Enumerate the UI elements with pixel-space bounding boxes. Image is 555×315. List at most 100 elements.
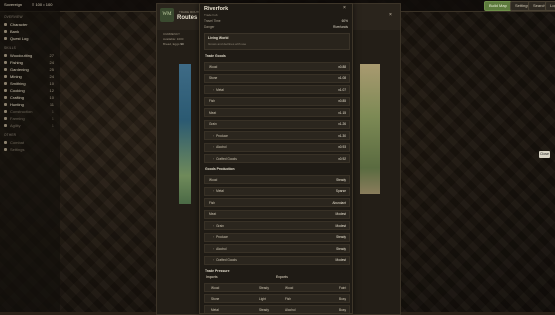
pressure-export: Wood (285, 285, 294, 290)
sidebar-item-label: Quest Log (10, 36, 29, 41)
trade-good-row[interactable]: Stone x1.08 (204, 73, 350, 83)
sidebar-item[interactable]: Combat (0, 139, 60, 146)
chevron-right-icon: › (213, 189, 215, 193)
trade-good-row[interactable]: Fish x0.85 (204, 96, 350, 106)
sidebar-item[interactable]: Quest Log (0, 35, 60, 42)
sidebar: OVERVIEW Character Bank Quest Log SKILLS Wood… (0, 11, 60, 312)
good-name-text: Fish (209, 200, 216, 205)
good-name-text: Meat (209, 212, 217, 216)
production-row[interactable]: › Produce Steady (204, 232, 350, 242)
good-value: x1.07 (338, 87, 346, 92)
good-value: Steady (336, 177, 346, 182)
sidebar-section-title: OTHER (4, 133, 17, 137)
good-value: Sparse (335, 189, 346, 193)
sidebar-item[interactable]: Gardening 25 (0, 66, 60, 73)
trade-good-row[interactable]: Meat x1.15 (204, 108, 350, 117)
good-name: › Crafted Goods (213, 258, 237, 262)
good-name-text: Alcohol (216, 246, 227, 251)
production-row[interactable]: Wood Steady (204, 175, 350, 184)
pressure-export: Alcohol (285, 307, 296, 312)
sidebar-item-level: 25 (49, 67, 54, 72)
chevron-right-icon: › (213, 223, 215, 228)
skill-icon (4, 37, 7, 41)
pressure-export: Fish (285, 296, 292, 301)
sidebar-item[interactable]: Fishing 24 (0, 59, 60, 66)
sidebar-section-title: SKILLS (4, 46, 17, 50)
good-value: x1.08 (338, 76, 346, 80)
info-row-travel: Travel Time 60% (204, 19, 348, 23)
app-brand: Sovereign (4, 2, 23, 7)
skill-icon (4, 96, 7, 100)
production-row[interactable]: Meat Modest (204, 209, 350, 219)
pressure-export-level: Faint (339, 285, 347, 290)
chevron-right-icon: › (213, 145, 215, 149)
good-value: Steady (336, 235, 346, 239)
sidebar-item-level: 1 (51, 116, 54, 121)
map-close-button[interactable]: Close (539, 151, 550, 158)
map-tile-left (179, 64, 191, 204)
imports-header: Imports (206, 275, 218, 279)
pressure-row: Wood Steady Wood Faint (204, 283, 350, 292)
sidebar-item[interactable]: Cooking 12 (0, 87, 60, 94)
trade-good-row[interactable]: Wood x0.88 (204, 62, 350, 71)
chevron-right-icon: › (213, 235, 215, 239)
sidebar-item-label: Agility (10, 123, 21, 128)
production-row[interactable]: › Crafted Goods Modest (204, 255, 350, 265)
production-row[interactable]: › Alcohol Steady (204, 244, 350, 253)
sidebar-item[interactable]: Construction 1 (0, 108, 60, 115)
production-row[interactable]: › Grain Modest (204, 221, 350, 230)
log-button[interactable]: Log (545, 1, 555, 11)
skill-icon (4, 68, 7, 72)
modal-close-icon[interactable]: × (343, 5, 346, 11)
skill-icon (4, 117, 7, 121)
sidebar-item[interactable]: Crafting 10 (0, 94, 60, 101)
sidebar-item-level: 1 (51, 109, 54, 114)
sidebar-item[interactable]: Smithing 10 (0, 80, 60, 87)
routes-close-icon[interactable]: × (389, 12, 392, 18)
good-name-text: Stone (209, 76, 218, 80)
pressure-row: Stone Light Fish Busy (204, 294, 350, 303)
skill-icon (4, 75, 7, 79)
sidebar-item-level: 12 (49, 88, 54, 93)
trade-good-row[interactable]: Grain x1.26 (204, 119, 350, 129)
trade-good-row[interactable]: › Crafted Goods x0.92 (204, 154, 350, 163)
trade-good-row[interactable]: › Produce x1.30 (204, 131, 350, 140)
sidebar-item[interactable]: Agility 1 (0, 122, 60, 129)
skill-icon (4, 148, 7, 152)
sidebar-section-title: OVERVIEW (4, 15, 23, 19)
sidebar-item[interactable]: Hunting 11 (0, 101, 60, 108)
living-world-desc: Grows and declines with use (208, 42, 247, 46)
good-value: x0.92 (338, 156, 346, 161)
trade-good-row[interactable]: › Alcohol x0.93 (204, 142, 350, 152)
good-name: › Alcohol (213, 145, 227, 149)
good-value: Modest (335, 212, 346, 216)
skill-icon (4, 23, 7, 27)
sidebar-item[interactable]: Woodcutting 27 (0, 52, 60, 59)
sidebar-item[interactable]: Bank (0, 28, 60, 35)
build-map-button[interactable]: Build Map (484, 1, 512, 11)
sidebar-item-label: Farming (10, 116, 25, 121)
goods-production-heading: Goods Production (205, 167, 235, 171)
sidebar-item-level: 27 (49, 53, 54, 58)
chevron-right-icon: › (213, 133, 215, 138)
living-world-label: Living World (208, 36, 229, 40)
good-name: Stone (209, 76, 217, 80)
sidebar-item-label: Crafting (10, 95, 25, 100)
sidebar-item[interactable]: Farming 1 (0, 115, 60, 122)
production-row[interactable]: Fish Abundant (204, 198, 350, 207)
sidebar-item-level: 10 (49, 81, 54, 86)
skill-icon (4, 82, 7, 86)
trade-pressure-heading: Trade Pressure (205, 269, 230, 273)
pressure-import-level: Light (259, 296, 266, 301)
sidebar-item-level: 1 (51, 123, 54, 128)
sidebar-item-label: Mining (10, 74, 22, 79)
pressure-import-level: Steady (259, 285, 269, 290)
sidebar-item[interactable]: Settings (0, 146, 60, 153)
trade-good-row[interactable]: › Metal x1.07 (204, 85, 350, 94)
sidebar-item[interactable]: Character (0, 21, 60, 28)
good-name-text: Crafted Goods (216, 156, 237, 161)
chevron-right-icon: › (213, 246, 215, 251)
sidebar-item[interactable]: Mining 24 (0, 73, 60, 80)
production-row[interactable]: › Metal Sparse (204, 186, 350, 196)
good-name: › Metal (213, 189, 224, 193)
